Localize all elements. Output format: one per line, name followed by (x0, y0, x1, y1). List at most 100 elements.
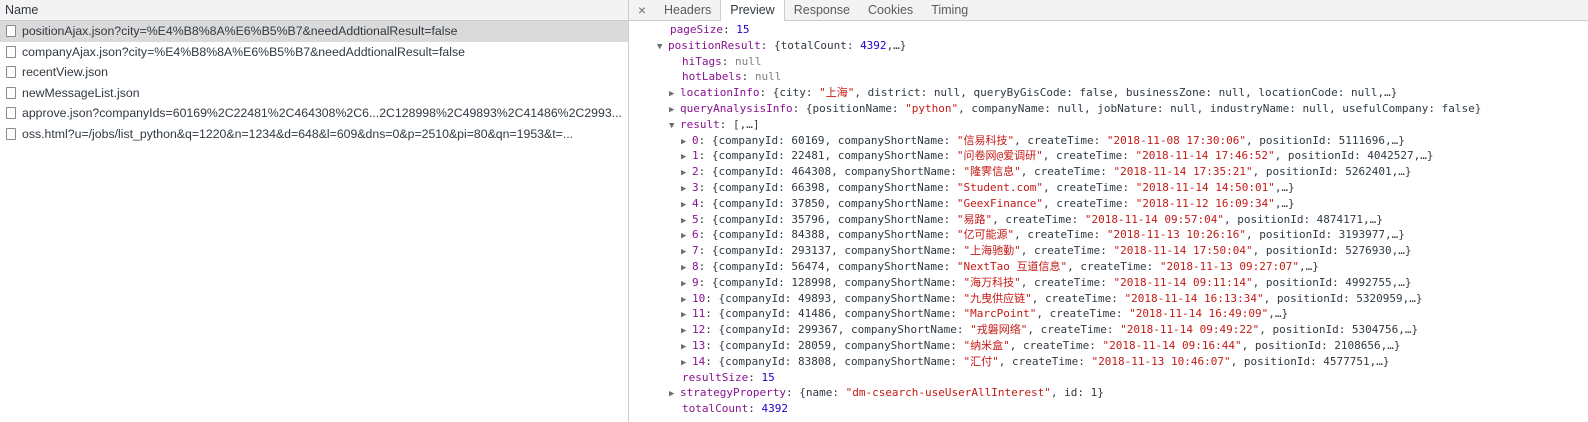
json-value: , createTime: (1020, 165, 1114, 179)
file-icon (6, 107, 16, 120)
collapsed-triangle-icon[interactable]: ▶ (669, 387, 680, 401)
json-value: , companyName: null, jobNature: null, in… (958, 101, 1482, 115)
json-tree-line[interactable]: ▶ strategyProperty: {name: "dm-csearch-us… (629, 385, 1588, 401)
json-value: 4392 (761, 402, 788, 416)
request-row[interactable]: companyAjax.json?city=%E4%B8%8A%E6%B5%B7… (0, 42, 628, 63)
collapsed-triangle-icon[interactable]: ▶ (681, 135, 692, 149)
json-value: "2018-11-14 17:50:04" (1113, 244, 1253, 258)
json-value: {companyId: 60169, companyShortName: (711, 133, 957, 147)
json-value: , createTime: (1020, 244, 1114, 258)
json-preview-tree: pageSize: 15 ▼ positionResult: {totalCount… (629, 21, 1588, 417)
json-value: "隆霁信息" (963, 165, 1021, 179)
json-tree-line[interactable]: ▶ 13: {companyId: 28059, companyShortName… (629, 338, 1588, 354)
json-value: "2018-11-14 14:50:01" (1135, 180, 1275, 194)
json-value: {companyId: 35796, companyShortName: (711, 212, 957, 226)
json-tree-line[interactable]: ▶ 6: {companyId: 84388, companyShortName:… (629, 227, 1588, 243)
json-tree-line[interactable]: ▼ positionResult: {totalCount: 4392,…} (629, 38, 1588, 54)
collapsed-triangle-icon[interactable]: ▶ (681, 214, 692, 228)
json-value: , createTime: (1027, 323, 1121, 337)
collapsed-triangle-icon[interactable]: ▶ (681, 293, 692, 307)
request-row[interactable]: newMessageList.json (0, 83, 628, 104)
tab-preview[interactable]: Preview (720, 0, 785, 21)
json-tree-line: hotLabels: null (682, 70, 782, 84)
json-value: "NextTao 互道信息" (956, 259, 1068, 273)
tab-cookies[interactable]: Cookies (859, 0, 922, 20)
collapsed-triangle-icon[interactable]: ▶ (681, 182, 692, 196)
json-tree-line[interactable]: ▶ 2: {companyId: 464308, companyShortName… (629, 164, 1588, 180)
json-tree-line[interactable]: ▶ 9: {companyId: 128998, companyShortName… (629, 275, 1588, 291)
json-tree-line[interactable]: ▶ 5: {companyId: 35796, companyShortName:… (629, 212, 1588, 228)
json-key: 5 (692, 212, 699, 226)
close-icon[interactable]: × (629, 0, 655, 20)
json-key: positionResult (668, 38, 761, 52)
request-row[interactable]: oss.html?u=/jobs/list_python&q=1220&n=12… (0, 124, 628, 145)
json-value: , createTime: (1020, 275, 1114, 289)
collapsed-triangle-icon[interactable]: ▶ (669, 103, 680, 117)
json-value: ,…} (886, 38, 907, 52)
json-tree-line[interactable]: ▶ 10: {companyId: 49893, companyShortName… (629, 291, 1588, 307)
json-value: [,…] (733, 117, 760, 131)
json-value: ,…} (1274, 196, 1295, 210)
detail-panel: × Headers Preview Response Cookies Timing pa… (629, 0, 1588, 422)
json-key: hiTags (682, 54, 722, 68)
json-tree-line[interactable]: ▶ 8: {companyId: 56474, companyShortName:… (629, 259, 1588, 275)
json-tree-line[interactable]: ▶ 12: {companyId: 299367, companyShortNam… (629, 322, 1588, 338)
json-key: pageSize (670, 23, 723, 36)
json-value: null (754, 70, 782, 84)
json-value: {companyId: 128998, companyShortName: (711, 275, 964, 289)
json-key: queryAnalysisInfo (680, 101, 793, 115)
json-value: , createTime: (1036, 307, 1130, 321)
request-row[interactable]: approve.json?companyIds=60169%2C22481%2C… (0, 103, 628, 124)
json-tree-line[interactable]: ▶ 14: {companyId: 83808, companyShortName… (629, 354, 1588, 370)
json-value: , createTime: (1067, 259, 1160, 273)
collapsed-triangle-icon[interactable]: ▶ (681, 277, 692, 291)
json-value: {companyId: 49893, companyShortName: (718, 291, 964, 305)
json-tree-line[interactable]: ▶ 7: {companyId: 293137, companyShortName… (629, 243, 1588, 259)
file-icon (6, 66, 16, 79)
json-value: "2018-11-13 10:26:16" (1106, 228, 1246, 242)
json-value: "2018-11-13 10:46:07" (1091, 354, 1231, 368)
collapsed-triangle-icon[interactable]: ▶ (681, 198, 692, 212)
collapsed-triangle-icon[interactable]: ▶ (669, 87, 680, 101)
json-value: "2018-11-14 09:57:04" (1084, 212, 1224, 226)
json-value: , createTime: (1014, 228, 1107, 242)
json-value: "信易科技" (956, 133, 1015, 147)
name-column-header[interactable]: Name (0, 0, 628, 21)
json-value: , district: null, queryByGisCode: false,… (854, 86, 1398, 100)
collapsed-triangle-icon[interactable]: ▶ (681, 150, 692, 164)
tab-response[interactable]: Response (785, 0, 859, 20)
json-value: {city: (772, 86, 820, 100)
json-value: "2018-11-14 09:11:14" (1113, 275, 1253, 289)
json-value: , positionId: 2108656,…} (1241, 338, 1401, 352)
json-tree-line[interactable]: ▶ 4: {companyId: 37850, companyShortName:… (629, 196, 1588, 212)
json-value: , createTime: (998, 354, 1092, 368)
json-value: {companyId: 464308, companyShortName: (711, 165, 964, 179)
tab-headers[interactable]: Headers (655, 0, 720, 20)
tab-list: Headers Preview Response Cookies Timing (655, 0, 977, 21)
collapsed-triangle-icon[interactable]: ▶ (681, 229, 692, 243)
json-tree-line[interactable]: ▶ 3: {companyId: 66398, companyShortName:… (629, 180, 1588, 196)
json-tree-line[interactable]: ▶ locationInfo: {city: "上海", district: nu… (629, 85, 1588, 101)
collapsed-triangle-icon[interactable]: ▶ (681, 324, 692, 338)
collapsed-triangle-icon[interactable]: ▶ (681, 166, 692, 180)
collapsed-triangle-icon[interactable]: ▶ (681, 245, 692, 259)
collapsed-triangle-icon[interactable]: ▶ (681, 340, 692, 354)
json-value: , positionId: 5304756,…} (1259, 323, 1419, 337)
json-tree-line[interactable]: ▶ queryAnalysisInfo: {positionName: "pyth… (629, 101, 1588, 117)
json-value: ,…} (1298, 259, 1319, 273)
request-row[interactable]: recentView.json (0, 62, 628, 83)
expanded-triangle-icon[interactable]: ▼ (669, 119, 680, 133)
json-tree-line[interactable]: ▶ 1: {companyId: 22481, companyShortName:… (629, 148, 1588, 164)
expanded-triangle-icon[interactable]: ▼ (657, 40, 668, 54)
json-key: strategyProperty (680, 386, 786, 400)
collapsed-triangle-icon[interactable]: ▶ (681, 261, 692, 275)
tab-timing[interactable]: Timing (922, 0, 977, 20)
collapsed-triangle-icon[interactable]: ▶ (681, 308, 692, 322)
json-tree-line[interactable]: ▼ result: [,…] (629, 117, 1588, 133)
json-tree-line[interactable]: ▶ 11: {companyId: 41486, companyShortName… (629, 306, 1588, 322)
json-tree-line[interactable]: ▶ 0: {companyId: 60169, companyShortName:… (629, 133, 1588, 149)
request-row[interactable]: positionAjax.json?city=%E4%B8%8A%E6%B5%B… (0, 21, 628, 42)
json-value: {companyId: 41486, companyShortName: (718, 307, 964, 321)
collapsed-triangle-icon[interactable]: ▶ (681, 356, 692, 370)
json-value: "上海" (819, 86, 855, 100)
